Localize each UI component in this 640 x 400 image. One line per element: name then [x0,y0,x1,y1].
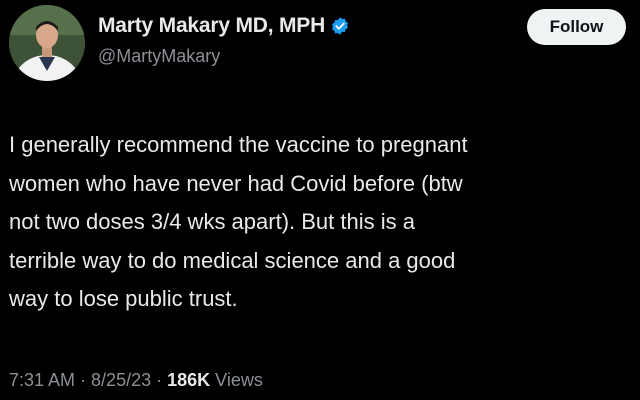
tweet-time[interactable]: 7:31 AM [9,370,75,390]
author-handle[interactable]: @MartyMakary [98,46,220,67]
views-label: Views [215,370,263,390]
verified-badge-icon [330,16,350,36]
meta-separator: · [80,370,87,390]
meta-separator: · [156,370,163,390]
tweet-text: I generally recommend the vaccine to pre… [9,126,631,319]
avatar[interactable] [9,5,85,81]
tweet-date[interactable]: 8/25/23 [91,370,151,390]
avatar-image [9,5,85,81]
tweet-text-line: I generally recommend the vaccine to pre… [9,132,468,157]
tweet-text-line: not two doses 3/4 wks apart). But this i… [9,209,415,234]
tweet-text-line: terrible way to do medical science and a… [9,247,456,273]
tweet-metadata: 7:31 AM · 8/25/23 · 186K Views [9,370,263,391]
tweet-text-line: way to lose public trust. [9,286,238,311]
views-count: 186K [167,370,211,390]
tweet-text-line: women who have never had Covid before (b… [9,170,463,196]
follow-button[interactable]: Follow [527,9,626,45]
author-name-row[interactable]: Marty Makary MD, MPH [98,14,350,38]
author-display-name[interactable]: Marty Makary MD, MPH [98,14,325,38]
tweet-card: Marty Makary MD, MPH @MartyMakary Follow… [0,0,640,400]
